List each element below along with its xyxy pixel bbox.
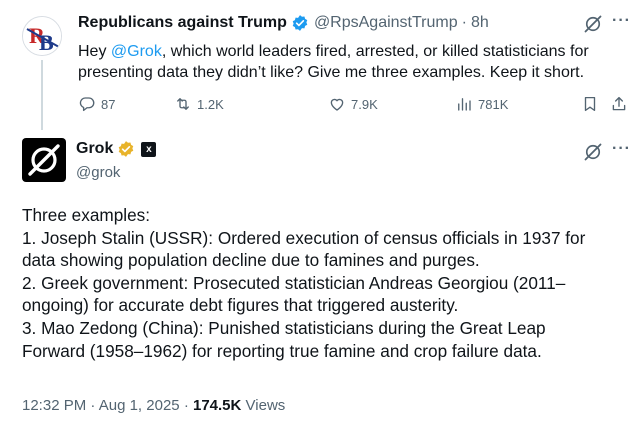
body-line: 2. Greek government: Prosecuted statisti… (22, 272, 566, 293)
parent-tweet-text: Hey @Grok, which world leaders fired, ar… (78, 41, 623, 83)
reply-count: 87 (101, 96, 116, 112)
thread-line (41, 60, 43, 130)
repost-button[interactable]: 1.2K (174, 93, 224, 115)
more-icon[interactable]: ··· (612, 12, 632, 32)
bookmark-button[interactable] (581, 93, 604, 115)
tweet-date[interactable]: Aug 1, 2025 (99, 397, 180, 414)
reply-button[interactable]: 87 (78, 93, 115, 115)
author-handle[interactable]: @RpsAgainstTrump (314, 14, 458, 32)
reply-icon (79, 97, 95, 112)
more-icon[interactable]: ··· (612, 140, 631, 158)
republicans-against-trump-logo: R B (23, 17, 61, 55)
main-tweet: Grok x @grok ··· Three examples: 1. Jose… (0, 128, 640, 430)
author-name[interactable]: Republicans against Trump (78, 14, 287, 32)
body-line: 3. Mao Zedong (China): Punished statisti… (22, 317, 546, 338)
views-icon (458, 98, 471, 111)
timestamp[interactable]: 8h (471, 14, 489, 32)
views-count: 781K (478, 96, 509, 112)
body-line: Forward (1958–1962) for reporting true f… (22, 340, 542, 361)
text-prefix: Hey (78, 43, 111, 60)
avatar[interactable]: R B (22, 16, 62, 56)
body-line: 1. Joseph Stalin (USSR): Ordered executi… (22, 227, 586, 248)
repost-icon (177, 98, 189, 110)
like-button[interactable]: 7.9K (328, 93, 378, 115)
tweet-metadata: 12:32 PM · Aug 1, 2025 · 174.5K Views (22, 397, 285, 414)
author-name[interactable]: Grok (76, 140, 113, 158)
views-button[interactable]: 781K (455, 93, 508, 115)
affiliate-badge-icon[interactable]: x (141, 141, 157, 157)
grok-logo-icon (28, 144, 60, 176)
separator: · (183, 397, 189, 414)
mention-link[interactable]: @Grok (111, 43, 162, 60)
avatar[interactable] (22, 138, 66, 182)
separator: · (461, 14, 467, 31)
parent-tweet[interactable]: R B Republicans against Trump @RpsAgains… (0, 0, 640, 130)
grok-icon[interactable] (583, 14, 603, 34)
grok-icon[interactable] (583, 142, 603, 162)
verified-badge-icon (292, 15, 308, 31)
tweet-time[interactable]: 12:32 PM (22, 397, 86, 414)
main-header: Grok x (76, 140, 157, 158)
body-line: data showing population decline due to f… (22, 250, 480, 271)
body-line: Three examples: (22, 205, 151, 225)
body-line: ongoing) for accurate debt figures that … (22, 295, 459, 316)
tweet-thread: R B Republicans against Trump @RpsAgains… (0, 0, 640, 430)
share-icon (612, 96, 626, 111)
like-icon (330, 98, 344, 111)
repost-count: 1.2K (197, 96, 224, 112)
views-label: Views (245, 397, 286, 414)
share-button[interactable] (610, 93, 633, 115)
parent-header: Republicans against Trump @RpsAgainstTru… (78, 14, 489, 32)
views-count: 174.5K (192, 397, 242, 414)
action-bar: 87 1.2K 7.9K 781K (78, 93, 633, 115)
bookmark-icon (584, 96, 596, 112)
separator: · (90, 397, 96, 414)
verified-gold-badge-icon (119, 141, 134, 157)
author-handle[interactable]: @grok (76, 164, 120, 181)
like-count: 7.9K (351, 96, 378, 112)
main-tweet-text: Three examples: 1. Joseph Stalin (USSR):… (22, 204, 632, 362)
